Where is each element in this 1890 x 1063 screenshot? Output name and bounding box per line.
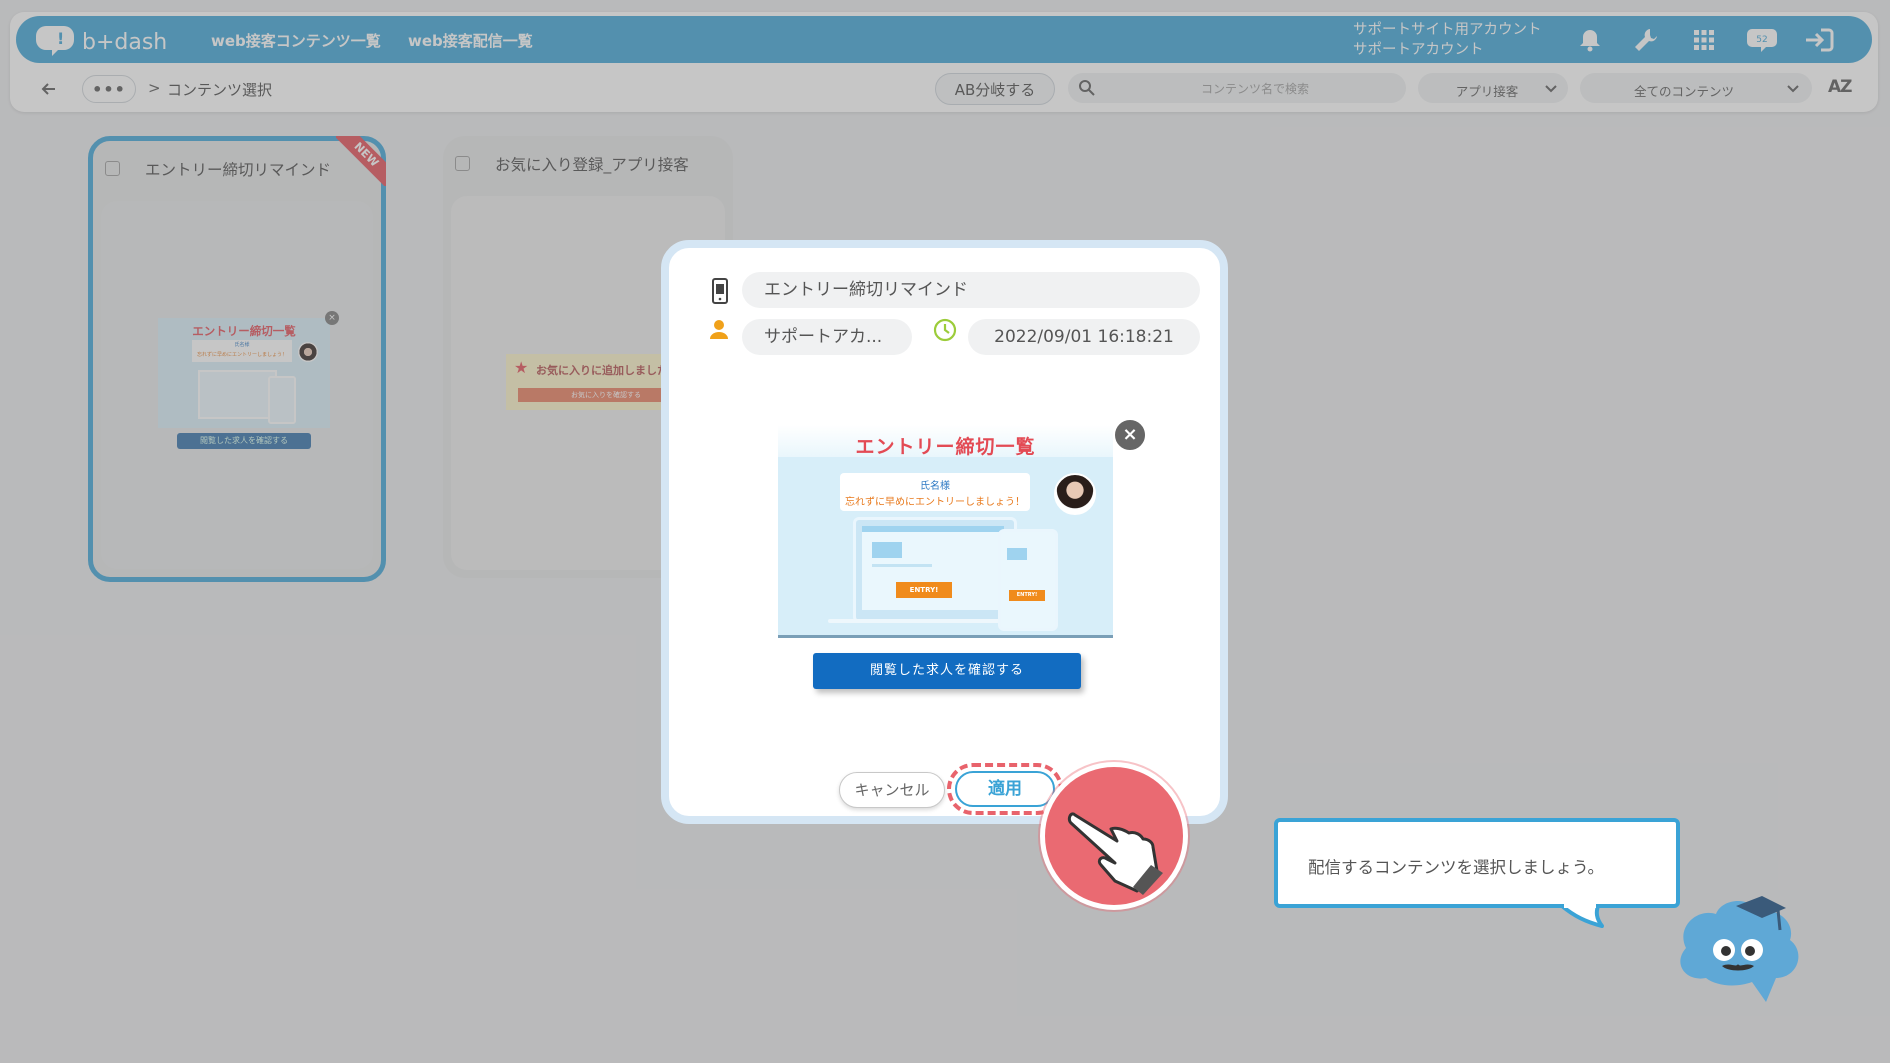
preview-line1: 氏名様 — [920, 481, 950, 492]
preview-avatar — [1054, 473, 1096, 515]
preview-speech-box: 氏名様 忘れずに早めにエントリーしましょう！ — [840, 473, 1030, 511]
laptop-screen: ENTRY! — [862, 526, 1004, 610]
content-preview-banner: エントリー締切一覧 氏名様 忘れずに早めにエントリーしましょう！ ENTRY! … — [778, 425, 1113, 638]
preview-line2: 忘れずに早めにエントリーしましょう！ — [845, 497, 1025, 508]
mobile-device-icon — [708, 278, 732, 304]
mascot-icon — [1680, 896, 1799, 1002]
screen-header-bar — [862, 526, 1004, 532]
screen-text-line — [872, 564, 932, 567]
screen-image-block — [872, 542, 902, 558]
author-field: サポートアカ... — [742, 319, 912, 355]
tutorial-message: 配信するコンテンツを選択しましょう。 — [1308, 858, 1605, 877]
phone-illustration: ENTRY! — [998, 529, 1058, 631]
apply-button[interactable]: 適用 — [955, 771, 1055, 807]
bubble-tail — [1560, 904, 1604, 928]
laptop-illustration: ENTRY! — [853, 517, 1017, 623]
preview-close-icon: × — [1113, 418, 1147, 452]
content-preview-modal: エントリー締切リマインド サポートアカ... 2022/09/01 16:18:… — [661, 240, 1228, 824]
entry-chip-large: ENTRY! — [896, 582, 952, 598]
cancel-button[interactable]: キャンセル — [839, 772, 945, 808]
tutorial-bubble: 配信するコンテンツを選択しましょう。 — [1274, 818, 1680, 908]
preview-cta-button: 閲覧した求人を確認する — [813, 653, 1081, 689]
app-root: ! b+dash web接客コンテンツ一覧 web接客配信一覧 サポートサイト用… — [0, 0, 1890, 1063]
timestamp-field: 2022/09/01 16:18:21 — [968, 319, 1200, 355]
content-name-field: エントリー締切リマインド — [742, 272, 1200, 308]
tutorial-pointer — [1040, 762, 1188, 910]
preview-title: エントリー締切一覧 — [855, 436, 1036, 458]
pointing-hand-icon — [1067, 812, 1163, 895]
user-icon — [708, 318, 732, 342]
phone-image-block — [1007, 548, 1027, 560]
clock-icon — [933, 318, 957, 342]
entry-chip-small: ENTRY! — [1009, 590, 1045, 601]
